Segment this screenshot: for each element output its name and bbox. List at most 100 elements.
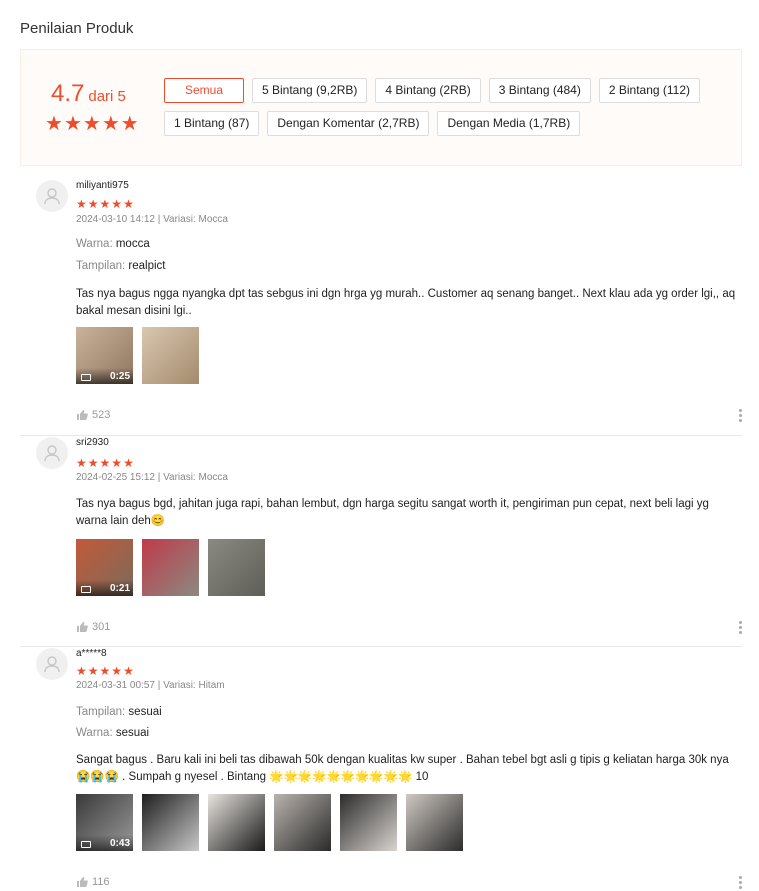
star-icon: ★ [123, 664, 134, 678]
reviewer-name[interactable]: miliyanti975 [76, 180, 129, 191]
review-attribute: Tampilan: realpict [76, 260, 166, 272]
filter-button[interactable]: Dengan Media (1,7RB) [437, 111, 581, 136]
filter-button[interactable]: 4 Bintang (2RB) [375, 78, 481, 103]
review-stars: ★ ★ ★ ★ ★ [76, 198, 134, 210]
video-overlay: 0:21 [76, 580, 133, 596]
reviewer-name[interactable]: sri2930 [76, 437, 109, 448]
star-icon: ★ [45, 113, 63, 135]
like-button[interactable]: 301 [76, 621, 110, 633]
attribute-label: Tampilan: [76, 260, 126, 272]
smile-emoji-icon: 😊 [150, 515, 166, 527]
page-title: Penilaian Produk [20, 20, 134, 37]
star-icon: ★ [111, 664, 123, 678]
attribute-value: mocca [115, 238, 150, 250]
average-score: 4.7 dari 5 [51, 80, 126, 108]
review-stars: ★ ★ ★ ★ ★ [76, 457, 134, 469]
filter-button[interactable]: Semua [164, 78, 244, 103]
review-photo-thumbnail[interactable] [142, 327, 199, 384]
score-value: 4.7 [51, 80, 85, 107]
user-icon [44, 656, 60, 673]
review-photo-thumbnail[interactable] [142, 539, 199, 596]
review-text: Tas nya bagus bgd, jahitan juga rapi, ba… [76, 496, 742, 530]
video-duration: 0:21 [109, 583, 130, 594]
review-text-content: Sangat bagus . Baru kali ini beli tas di… [76, 754, 729, 783]
user-icon [44, 188, 60, 205]
review-meta: 2024-02-25 15:12 | Variasi: Mocca [76, 472, 228, 483]
star-icon: ★ [63, 113, 82, 135]
review-text: Tas nya bagus ngga nyangka dpt tas sebgu… [76, 286, 742, 320]
review-text: Sangat bagus . Baru kali ini beli tas di… [76, 752, 742, 786]
star-icon: ★ [111, 197, 123, 211]
video-overlay: 0:43 [76, 835, 133, 851]
attribute-value: realpict [128, 260, 166, 272]
video-camera-icon [81, 374, 91, 381]
like-count: 301 [92, 621, 111, 633]
review-video-thumbnail[interactable]: 0:21 [76, 539, 133, 596]
thumbs-up-icon [77, 410, 88, 420]
review-item: miliyanti975 ★ ★ ★ ★ ★ 2024-03-10 14:12 | Vari… [20, 178, 742, 436]
attribute-label: Warna: [76, 727, 113, 739]
review-video-thumbnail[interactable]: 0:25 [76, 327, 133, 384]
star-icon: ★ [76, 664, 87, 678]
review-text-content: Tas nya bagus ngga nyangka dpt tas sebgu… [76, 288, 736, 317]
review-photo-thumbnail[interactable] [406, 794, 463, 851]
star-icon: ★ [87, 197, 99, 211]
overall-stars: ★ ★ ★ ★ ★ [45, 114, 139, 134]
review-item: sri2930 ★ ★ ★ ★ ★ 2024-02-25 15:12 | Variasi: … [20, 435, 742, 675]
star-icon: ★ [99, 456, 111, 470]
star-icon: ★ [87, 456, 99, 470]
like-button[interactable]: 523 [76, 409, 110, 421]
filter-button[interactable]: 2 Bintang (112) [598, 78, 701, 103]
more-options-icon[interactable] [738, 409, 742, 422]
review-photo-thumbnail[interactable] [208, 539, 265, 596]
thumbs-up-icon [77, 877, 88, 887]
avatar[interactable] [36, 180, 68, 212]
filter-button[interactable]: 3 Bintang (484) [488, 78, 591, 103]
filter-button[interactable]: 5 Bintang (9,2RB) [252, 78, 368, 103]
rating-overview: 4.7 dari 5 ★ ★ ★ ★ ★ Semua 5 Bintang (9,2RB) 4 … [20, 49, 742, 166]
attribute-label: Tampilan: [76, 706, 126, 718]
more-options-icon[interactable] [738, 876, 742, 889]
review-photo-thumbnail[interactable] [208, 794, 265, 851]
star-icon: ★ [123, 456, 134, 470]
user-icon [44, 445, 60, 462]
avatar[interactable] [36, 648, 68, 680]
star-icon: ★ [120, 113, 139, 135]
attribute-value: sesuai [128, 706, 162, 718]
like-count: 116 [92, 876, 110, 888]
review-media: 0:25 [76, 327, 199, 384]
avatar[interactable] [36, 437, 68, 469]
star-icon: ★ [87, 664, 99, 678]
star-icon: ★ [101, 113, 120, 135]
video-overlay: 0:25 [76, 368, 133, 384]
video-camera-icon [81, 841, 91, 848]
star-icon: ★ [99, 664, 111, 678]
star-icon: ★ [82, 113, 101, 135]
review-photo-thumbnail[interactable] [274, 794, 331, 851]
review-media: 0:43 [76, 794, 463, 851]
star-icon: ★ [76, 197, 87, 211]
like-button[interactable]: 116 [76, 876, 110, 888]
review-stars: ★ ★ ★ ★ ★ [76, 665, 134, 677]
review-attribute: Warna: mocca [76, 238, 150, 250]
review-attribute: Tampilan: sesuai [76, 706, 162, 718]
attribute-value: sesuai [115, 727, 150, 739]
reviewer-name[interactable]: a*****8 [76, 648, 107, 659]
filter-button[interactable]: 1 Bintang (87) [164, 111, 260, 136]
star-icon: ★ [111, 456, 123, 470]
review-item: a*****8 ★ ★ ★ ★ ★ 2024-03-31 00:57 | Variasi: … [20, 646, 742, 889]
thumbs-up-icon [77, 622, 88, 632]
filter-button[interactable]: Dengan Komentar (2,7RB) [267, 111, 430, 136]
more-options-icon[interactable] [738, 621, 742, 634]
score-suffix: dari 5 [88, 88, 126, 105]
review-photo-thumbnail[interactable] [340, 794, 397, 851]
star-icon: ★ [76, 456, 87, 470]
review-meta: 2024-03-10 14:12 | Variasi: Mocca [76, 214, 228, 225]
review-meta: 2024-03-31 00:57 | Variasi: Hitam [76, 680, 225, 691]
review-text-content: Tas nya bagus bgd, jahitan juga rapi, ba… [76, 498, 709, 527]
attribute-label: Warna: [76, 238, 113, 250]
review-photo-thumbnail[interactable] [142, 794, 199, 851]
review-video-thumbnail[interactable]: 0:43 [76, 794, 133, 851]
star-icon: ★ [123, 197, 134, 211]
video-camera-icon [81, 586, 91, 593]
